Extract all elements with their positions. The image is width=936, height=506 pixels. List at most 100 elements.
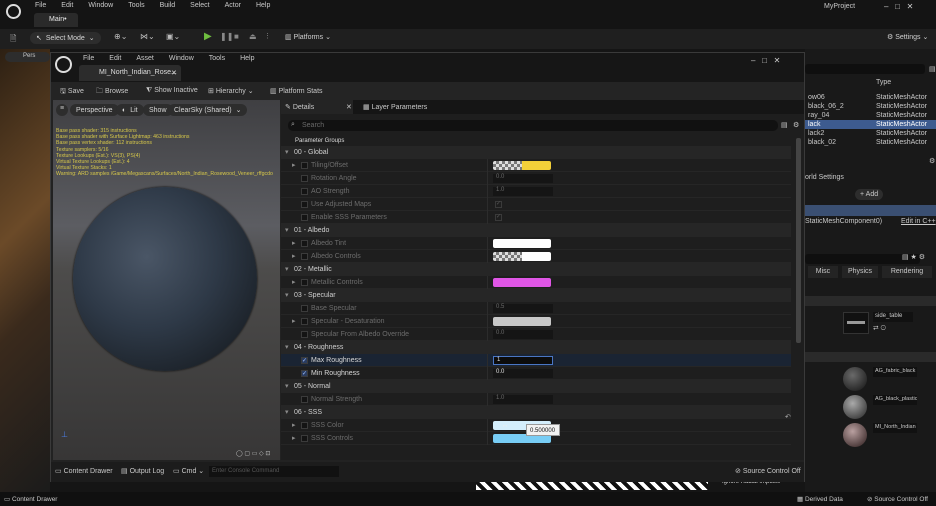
parameter-value-field[interactable]: 1 <box>493 356 553 365</box>
save-all-icon[interactable]: 🗎 <box>10 33 16 47</box>
menu-tools[interactable]: Tools <box>128 2 144 9</box>
parameter-group-header[interactable]: ▾ 00 - Global <box>281 146 791 159</box>
eject-icon[interactable]: ⏏ <box>249 32 257 41</box>
gear-icon[interactable]: ⚙ <box>793 121 799 129</box>
parameter-group-header[interactable]: ▾ 03 - Specular <box>281 289 791 302</box>
scrollbar[interactable] <box>796 138 801 343</box>
parameter-row[interactable]: ✓ Min Roughness 0.0 <box>281 367 791 380</box>
platform-stats-button[interactable]: ▥ Platform Stats <box>270 87 323 95</box>
menu-file[interactable]: File <box>35 2 46 9</box>
parameter-row[interactable]: ▸ Albedo Tint <box>281 237 791 250</box>
override-checkbox[interactable] <box>301 305 308 312</box>
override-checkbox[interactable]: ✓ <box>301 357 308 364</box>
menu-edit[interactable]: Edit <box>61 2 73 9</box>
list-item[interactable]: ow06 StaticMeshActor <box>805 93 936 102</box>
menu-window[interactable]: Window <box>88 2 113 9</box>
preview-shape-icons[interactable]: ◯ ▢ ▭ ◇ ⊡ <box>236 450 270 457</box>
source-control-button[interactable]: ⊘ Source Control Off <box>735 467 801 475</box>
preview-scene-dropdown[interactable]: ClearSky (Shared) ⌄ <box>168 104 248 116</box>
hamburger-icon[interactable]: ≡ <box>56 104 68 116</box>
platforms-menu[interactable]: ▥ Platforms ⌄ <box>285 33 331 41</box>
minimize-icon[interactable]: – <box>751 56 755 65</box>
menu-asset[interactable]: Asset <box>136 55 154 62</box>
override-checkbox[interactable] <box>301 422 308 429</box>
view-mode-button[interactable]: ◐ Lit <box>116 104 144 116</box>
override-checkbox[interactable] <box>301 279 308 286</box>
close-icon[interactable]: ✕ <box>774 56 781 65</box>
close-tab-icon[interactable]: ✕ <box>171 69 177 77</box>
expand-arrow-icon[interactable]: ▸ <box>292 252 296 260</box>
more-icon[interactable]: ⋮ <box>264 32 271 40</box>
override-checkbox[interactable] <box>301 253 308 260</box>
tab-details[interactable]: ✎ Details ✕ <box>281 100 353 114</box>
tab-layer-parameters[interactable]: ▦ Layer Parameters <box>363 103 427 111</box>
close-tab-icon[interactable]: ✕ <box>346 103 352 111</box>
parameter-row[interactable]: AO Strength 1.0 <box>281 185 791 198</box>
expand-arrow-icon[interactable]: ▸ <box>292 421 296 429</box>
perspective-button[interactable]: Perspective <box>70 104 119 116</box>
console-command-input[interactable]: Enter Console Command <box>209 466 339 477</box>
menu-help[interactable]: Help <box>240 55 254 62</box>
parameter-group-header[interactable]: ▾ 04 - Roughness <box>281 341 791 354</box>
derived-data-button[interactable]: ▦ Derived Data <box>797 495 843 503</box>
select-mode-dropdown[interactable]: ↖ Select Mode ⌄ <box>30 32 101 44</box>
parameter-group-header[interactable]: ▾ 01 - Albedo <box>281 224 791 237</box>
play-icon[interactable]: ▶ <box>204 31 212 42</box>
unreal-logo-icon[interactable] <box>55 56 72 73</box>
menu-build[interactable]: Build <box>160 2 176 9</box>
override-checkbox[interactable] <box>301 162 308 169</box>
add-component-button[interactable]: + Add <box>855 189 884 200</box>
output-log-button[interactable]: ▤ Output Log <box>121 467 164 475</box>
list-item[interactable]: ray_04 StaticMeshActor <box>805 111 936 120</box>
expand-arrow-icon[interactable]: ▸ <box>292 434 296 442</box>
chevron-down-icon[interactable]: ▾ <box>285 265 289 273</box>
override-checkbox[interactable] <box>301 214 308 221</box>
tab-rendering[interactable]: Rendering <box>882 266 932 278</box>
color-swatch[interactable] <box>493 239 551 248</box>
parameter-value-field[interactable]: 1.0 <box>493 187 553 196</box>
outliner-gear-icon[interactable]: ⚙ <box>929 157 935 165</box>
chevron-down-icon[interactable]: ▾ <box>285 408 289 416</box>
parameter-row[interactable]: ✓ Max Roughness 1 <box>281 354 791 367</box>
level-tab[interactable]: Main• <box>34 13 78 27</box>
menu-tools[interactable]: Tools <box>209 55 225 62</box>
maximize-icon[interactable]: □ <box>895 2 900 11</box>
parameter-value-field[interactable]: 0.0 <box>493 330 553 339</box>
reset-to-default-icon[interactable]: ↶ <box>785 413 791 421</box>
chevron-down-icon[interactable]: ▾ <box>285 148 289 156</box>
pause-icon[interactable]: ❚❚ <box>220 32 233 41</box>
override-checkbox[interactable] <box>301 435 308 442</box>
expand-arrow-icon[interactable]: ▸ <box>292 278 296 286</box>
chevron-down-icon[interactable]: ▾ <box>285 382 289 390</box>
content-drawer-button[interactable]: ▭ Content Drawer <box>4 495 57 503</box>
parameter-row[interactable]: Specular From Albedo Override 0.0 <box>281 328 791 341</box>
color-swatch[interactable] <box>493 278 551 287</box>
hierarchy-button[interactable]: ⊞ Hierarchy ⌄ <box>208 87 254 95</box>
tab-physics[interactable]: Physics <box>842 266 878 278</box>
mesh-asset-picker[interactable]: side_table <box>873 312 913 322</box>
save-button[interactable]: 🖫 Save <box>60 87 84 98</box>
parameter-row[interactable]: Base Specular 0.5 <box>281 302 791 315</box>
parameter-value-field[interactable]: 0.0 <box>493 174 553 183</box>
world-settings-tab[interactable]: orld Settings <box>805 174 844 181</box>
menu-select[interactable]: Select <box>190 2 209 9</box>
quick-add-icon[interactable]: ⊕⌄ <box>114 32 127 41</box>
override-checkbox[interactable] <box>301 188 308 195</box>
parameter-row[interactable]: ▸ Specular - Desaturation <box>281 315 791 328</box>
override-checkbox[interactable] <box>301 318 308 325</box>
filter-icon[interactable]: ▤ <box>929 65 936 73</box>
list-item[interactable]: lack2 StaticMeshActor <box>805 129 936 138</box>
menu-help[interactable]: Help <box>256 2 270 9</box>
override-checkbox[interactable] <box>301 240 308 247</box>
source-control-button[interactable]: ⊘ Source Control Off <box>867 495 928 503</box>
cmd-dropdown[interactable]: ▭ Cmd ⌄ <box>173 467 204 475</box>
override-checkbox[interactable]: ✓ <box>301 370 308 377</box>
chevron-down-icon[interactable]: ▾ <box>285 226 289 234</box>
expand-arrow-icon[interactable]: ▸ <box>292 317 296 325</box>
parameter-row[interactable]: ▸ Albedo Controls <box>281 250 791 263</box>
parameter-value-field[interactable]: 1.0 <box>493 395 553 404</box>
asset-browse-icons[interactable]: ⮂ ⊙ <box>873 325 886 333</box>
material-picker[interactable]: MI_North_Indian <box>873 423 917 433</box>
list-item[interactable]: black_02 StaticMeshActor <box>805 138 936 147</box>
settings-menu[interactable]: ⚙ Settings ⌄ <box>887 33 928 41</box>
